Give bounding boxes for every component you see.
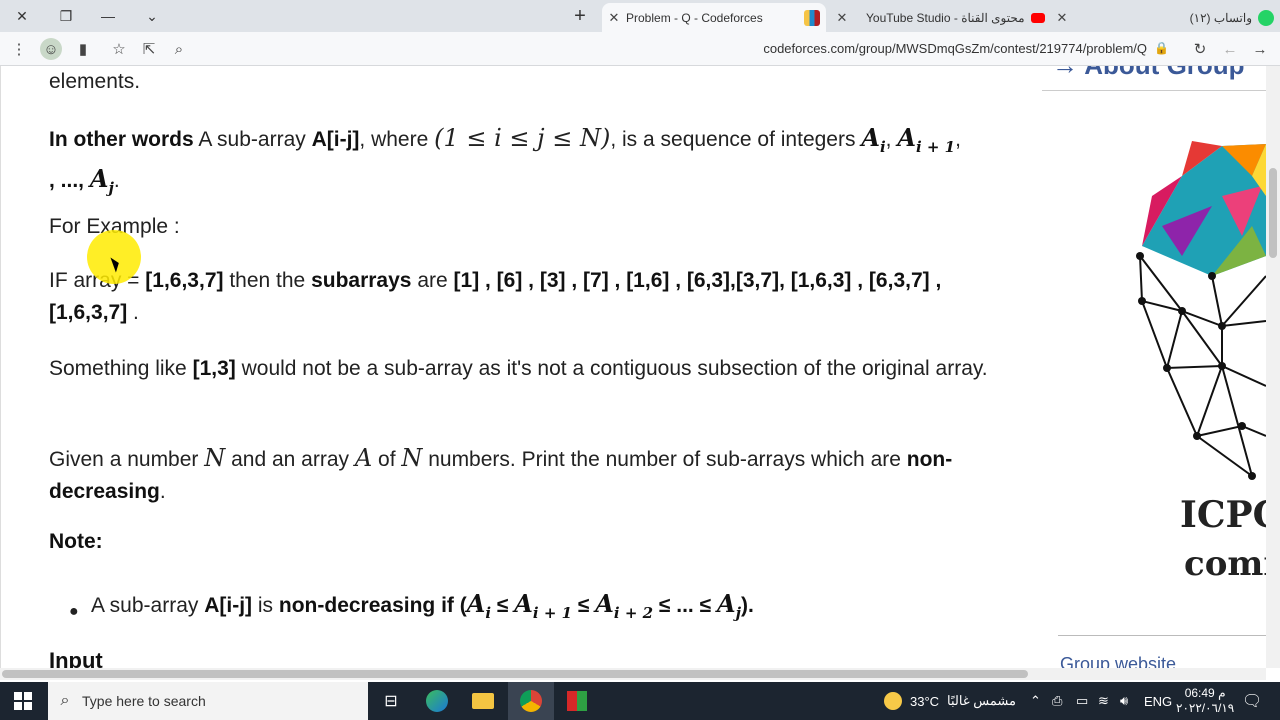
chrome-browser-icon[interactable] <box>508 682 554 720</box>
restore-window-icon[interactable]: ❐ <box>44 0 88 32</box>
tab-youtube-studio[interactable]: ✕ YouTube Studio - محتوى القناة <box>830 3 1062 32</box>
weather-temperature: 33°C <box>910 693 940 709</box>
bookmark-star-icon[interactable]: ☆ <box>108 38 130 60</box>
horizontal-scrollbar[interactable] <box>0 668 1266 680</box>
search-icon: ⌕ <box>60 692 70 709</box>
profile-avatar-icon[interactable]: ☺ <box>40 38 62 60</box>
clock-time: 06:49 م <box>1184 686 1226 700</box>
notifications-icon[interactable]: 🗨︎ <box>1242 682 1262 720</box>
logo-text-icpc: ICPC <box>1180 494 1266 536</box>
close-tab-icon[interactable]: ✕ <box>602 10 626 26</box>
tab-title: واتساب (١٢) <box>1189 10 1252 25</box>
right-sidebar: → About Group ICPC comm Group website <box>1042 66 1266 668</box>
clock[interactable]: 06:49 م ٢٠٢٢/٠٦/١٩ <box>1176 682 1234 720</box>
codeforces-favicon-icon <box>804 9 820 26</box>
close-window-icon[interactable]: ✕ <box>0 0 44 32</box>
edge-browser-icon[interactable] <box>414 682 460 720</box>
new-tab-plus-icon[interactable]: + <box>564 0 596 32</box>
camtasia-app-icon[interactable] <box>554 682 600 720</box>
input-language[interactable]: ENG <box>1144 682 1172 720</box>
youtube-studio-favicon-icon <box>1030 12 1045 23</box>
share-icon[interactable]: ⇱ <box>138 38 160 60</box>
logo-text-community: comm <box>1184 544 1266 584</box>
weather-sun-icon <box>884 692 902 710</box>
windows-taskbar: ⌕ Type here to search ⊟ 33°C مشمس غالبًا… <box>0 682 1280 720</box>
back-arrow-icon[interactable]: → <box>1249 38 1271 60</box>
forward-arrow-icon[interactable]: ← <box>1219 38 1241 60</box>
about-group-title[interactable]: → About Group <box>1052 66 1245 81</box>
task-view-icon[interactable]: ⊟ <box>368 682 414 720</box>
system-tray-meet-icon[interactable]: ⎙ <box>1052 682 1062 720</box>
clock-date: ٢٠٢٢/٠٦/١٩ <box>1176 701 1235 715</box>
close-tab-icon[interactable]: ✕ <box>1050 10 1074 26</box>
zoom-search-icon[interactable]: ⌕ <box>168 38 190 60</box>
show-hidden-icons-chevron-icon[interactable]: ⌃ <box>1030 682 1041 720</box>
paragraph-elements: elements. <box>49 70 141 93</box>
weather-widget[interactable]: 33°C مشمس غالبًا <box>884 682 1016 720</box>
paragraph-subarrays-example: IF array = [1,6,3,7] then the subarrays … <box>49 269 942 324</box>
lock-icon[interactable]: 🔒 <box>1154 41 1169 55</box>
horizontal-scrollbar-thumb[interactable] <box>2 670 1028 678</box>
paragraph-for-example: For Example : <box>49 215 180 238</box>
tab-whatsapp[interactable]: ✕ واتساب (١٢) <box>1050 3 1280 32</box>
note-bullet-item: A sub-array A[i-j] is non-decreasing if … <box>91 589 754 622</box>
sidebar-toggle-icon[interactable]: ▮ <box>72 38 94 60</box>
reload-icon[interactable]: ↻ <box>1189 38 1211 60</box>
group-website-link[interactable]: Group website <box>1060 654 1176 668</box>
paragraph-task: Given a number N and an array A of N num… <box>49 444 953 503</box>
battery-icon[interactable]: ▭ <box>1076 682 1088 720</box>
paragraph-in-other-words: In other words A sub-array A[i-j], where… <box>49 123 961 197</box>
vertical-scrollbar-thumb[interactable] <box>1269 168 1277 258</box>
address-bar-url[interactable]: codeforces.com/group/MWSDmqGsZm/contest/… <box>763 41 1147 56</box>
minimize-window-icon[interactable]: — <box>86 0 130 32</box>
browser-tab-strip: ✕ ❐ — ⌄ + ✕ Problem - Q - Codeforces ✕ Y… <box>0 0 1280 32</box>
problem-statement: elements. In other words A sub-array A[i… <box>0 66 1041 668</box>
vertical-scrollbar[interactable] <box>1266 66 1280 668</box>
sidebar-box-border <box>1042 90 1266 91</box>
whatsapp-favicon-icon <box>1258 9 1274 26</box>
start-button[interactable] <box>0 682 46 720</box>
input-heading: Input <box>49 648 103 668</box>
volume-icon[interactable]: 🔊︎ <box>1120 682 1128 720</box>
note-heading: Note: <box>49 530 103 553</box>
bullet-dot: ● <box>69 603 79 620</box>
weather-description: مشمس غالبًا <box>947 693 1016 708</box>
tab-codeforces-problem[interactable]: ✕ Problem - Q - Codeforces <box>602 3 826 32</box>
icpc-brain-logo-icon <box>1136 141 1266 480</box>
paragraph-not-subarray: Something like [1,3] would not be a sub-… <box>49 357 988 380</box>
sidebar-divider <box>1058 635 1266 636</box>
file-explorer-icon[interactable] <box>460 682 506 720</box>
wifi-icon[interactable]: ≋ <box>1098 682 1109 720</box>
taskbar-search-placeholder: Type here to search <box>82 693 206 709</box>
windows-logo-icon <box>14 692 32 710</box>
close-tab-icon[interactable]: ✕ <box>830 10 854 26</box>
tab-title: Problem - Q - Codeforces <box>626 10 763 25</box>
tab-title: YouTube Studio - محتوى القناة <box>866 10 1025 25</box>
taskbar-search-box[interactable]: ⌕ Type here to search <box>48 682 368 720</box>
menu-dots-icon[interactable]: ⋮ <box>8 38 30 60</box>
browser-toolbar: ⋮ ☺ ▮ ☆ ⇱ ⌕ codeforces.com/group/MWSDmqG… <box>0 32 1280 66</box>
tab-search-chevron-icon[interactable]: ⌄ <box>130 0 174 32</box>
